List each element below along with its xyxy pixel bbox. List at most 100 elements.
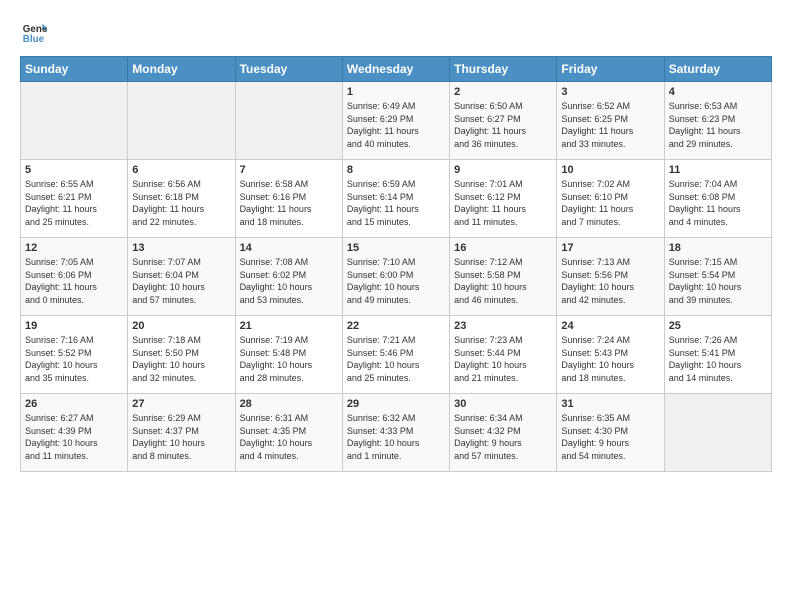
- day-number: 22: [347, 320, 445, 332]
- calendar-day: 27 Sunrise: 6:29 AM Sunset: 4:37 PM Dayli…: [128, 394, 235, 472]
- col-header-wednesday: Wednesday: [342, 57, 449, 82]
- page: General Blue SundayMondayTuesdayWednesda…: [0, 0, 792, 612]
- day-number: 17: [561, 242, 659, 254]
- day-number: 25: [669, 320, 767, 332]
- calendar-day: 20 Sunrise: 7:18 AM Sunset: 5:50 PM Dayli…: [128, 316, 235, 394]
- day-info: Sunrise: 7:07 AM Sunset: 6:04 PM Dayligh…: [132, 256, 230, 306]
- calendar-table: SundayMondayTuesdayWednesdayThursdayFrid…: [20, 56, 772, 472]
- calendar-day: 22 Sunrise: 7:21 AM Sunset: 5:46 PM Dayli…: [342, 316, 449, 394]
- calendar-day: 13 Sunrise: 7:07 AM Sunset: 6:04 PM Dayli…: [128, 238, 235, 316]
- col-header-sunday: Sunday: [21, 57, 128, 82]
- day-number: 26: [25, 398, 123, 410]
- day-number: 31: [561, 398, 659, 410]
- day-number: 11: [669, 164, 767, 176]
- day-info: Sunrise: 7:21 AM Sunset: 5:46 PM Dayligh…: [347, 334, 445, 384]
- day-number: 19: [25, 320, 123, 332]
- calendar-week-1: 1 Sunrise: 6:49 AM Sunset: 6:29 PM Daylig…: [21, 82, 772, 160]
- calendar-day: 28 Sunrise: 6:31 AM Sunset: 4:35 PM Dayli…: [235, 394, 342, 472]
- day-info: Sunrise: 6:52 AM Sunset: 6:25 PM Dayligh…: [561, 100, 659, 150]
- calendar-day: 4Sunrise: 6:53 AM Sunset: 6:23 PM Daylig…: [664, 82, 771, 160]
- day-number: 10: [561, 164, 659, 176]
- day-info: Sunrise: 7:16 AM Sunset: 5:52 PM Dayligh…: [25, 334, 123, 384]
- calendar-day: 30Sunrise: 6:34 AM Sunset: 4:32 PM Dayli…: [450, 394, 557, 472]
- col-header-thursday: Thursday: [450, 57, 557, 82]
- calendar-day: 14 Sunrise: 7:08 AM Sunset: 6:02 PM Dayli…: [235, 238, 342, 316]
- calendar-day: 29 Sunrise: 6:32 AM Sunset: 4:33 PM Dayli…: [342, 394, 449, 472]
- calendar-day: 3 Sunrise: 6:52 AM Sunset: 6:25 PM Daylig…: [557, 82, 664, 160]
- day-info: Sunrise: 7:19 AM Sunset: 5:48 PM Dayligh…: [240, 334, 338, 384]
- calendar-day: 6 Sunrise: 6:56 AM Sunset: 6:18 PM Daylig…: [128, 160, 235, 238]
- calendar-day: 19 Sunrise: 7:16 AM Sunset: 5:52 PM Dayli…: [21, 316, 128, 394]
- calendar-week-2: 5 Sunrise: 6:55 AM Sunset: 6:21 PM Daylig…: [21, 160, 772, 238]
- day-info: Sunrise: 6:29 AM Sunset: 4:37 PM Dayligh…: [132, 412, 230, 462]
- day-number: 20: [132, 320, 230, 332]
- day-number: 27: [132, 398, 230, 410]
- calendar-day: [235, 82, 342, 160]
- day-number: 9: [454, 164, 552, 176]
- day-number: 2: [454, 86, 552, 98]
- calendar-day: 31Sunrise: 6:35 AM Sunset: 4:30 PM Dayli…: [557, 394, 664, 472]
- col-header-tuesday: Tuesday: [235, 57, 342, 82]
- calendar-day: 23 Sunrise: 7:23 AM Sunset: 5:44 PM Dayli…: [450, 316, 557, 394]
- calendar-day: 24 Sunrise: 7:24 AM Sunset: 5:43 PM Dayli…: [557, 316, 664, 394]
- day-number: 16: [454, 242, 552, 254]
- day-info: Sunrise: 6:56 AM Sunset: 6:18 PM Dayligh…: [132, 178, 230, 228]
- day-number: 21: [240, 320, 338, 332]
- day-info: Sunrise: 6:55 AM Sunset: 6:21 PM Dayligh…: [25, 178, 123, 228]
- day-number: 3: [561, 86, 659, 98]
- calendar-header-row: SundayMondayTuesdayWednesdayThursdayFrid…: [21, 57, 772, 82]
- day-info: Sunrise: 7:26 AM Sunset: 5:41 PM Dayligh…: [669, 334, 767, 384]
- day-info: Sunrise: 7:08 AM Sunset: 6:02 PM Dayligh…: [240, 256, 338, 306]
- calendar-day: 15 Sunrise: 7:10 AM Sunset: 6:00 PM Dayli…: [342, 238, 449, 316]
- day-info: Sunrise: 6:58 AM Sunset: 6:16 PM Dayligh…: [240, 178, 338, 228]
- day-info: Sunrise: 7:05 AM Sunset: 6:06 PM Dayligh…: [25, 256, 123, 306]
- day-number: 5: [25, 164, 123, 176]
- day-number: 4: [669, 86, 767, 98]
- day-info: Sunrise: 6:31 AM Sunset: 4:35 PM Dayligh…: [240, 412, 338, 462]
- day-number: 7: [240, 164, 338, 176]
- day-number: 28: [240, 398, 338, 410]
- calendar-day: 1 Sunrise: 6:49 AM Sunset: 6:29 PM Daylig…: [342, 82, 449, 160]
- calendar-day: 17Sunrise: 7:13 AM Sunset: 5:56 PM Dayli…: [557, 238, 664, 316]
- day-info: Sunrise: 7:01 AM Sunset: 6:12 PM Dayligh…: [454, 178, 552, 228]
- day-info: Sunrise: 6:27 AM Sunset: 4:39 PM Dayligh…: [25, 412, 123, 462]
- day-info: Sunrise: 7:02 AM Sunset: 6:10 PM Dayligh…: [561, 178, 659, 228]
- day-number: 15: [347, 242, 445, 254]
- calendar-day: [128, 82, 235, 160]
- day-info: Sunrise: 7:12 AM Sunset: 5:58 PM Dayligh…: [454, 256, 552, 306]
- calendar-week-5: 26 Sunrise: 6:27 AM Sunset: 4:39 PM Dayli…: [21, 394, 772, 472]
- svg-text:Blue: Blue: [23, 34, 45, 45]
- day-number: 14: [240, 242, 338, 254]
- calendar-day: [21, 82, 128, 160]
- day-number: 24: [561, 320, 659, 332]
- calendar-day: 12Sunrise: 7:05 AM Sunset: 6:06 PM Dayli…: [21, 238, 128, 316]
- day-number: 6: [132, 164, 230, 176]
- day-info: Sunrise: 7:23 AM Sunset: 5:44 PM Dayligh…: [454, 334, 552, 384]
- calendar-day: 11 Sunrise: 7:04 AM Sunset: 6:08 PM Dayli…: [664, 160, 771, 238]
- day-info: Sunrise: 6:32 AM Sunset: 4:33 PM Dayligh…: [347, 412, 445, 462]
- day-number: 1: [347, 86, 445, 98]
- calendar-day: 16 Sunrise: 7:12 AM Sunset: 5:58 PM Dayli…: [450, 238, 557, 316]
- col-header-saturday: Saturday: [664, 57, 771, 82]
- day-info: Sunrise: 7:24 AM Sunset: 5:43 PM Dayligh…: [561, 334, 659, 384]
- day-info: Sunrise: 6:50 AM Sunset: 6:27 PM Dayligh…: [454, 100, 552, 150]
- calendar-day: 18Sunrise: 7:15 AM Sunset: 5:54 PM Dayli…: [664, 238, 771, 316]
- day-info: Sunrise: 6:59 AM Sunset: 6:14 PM Dayligh…: [347, 178, 445, 228]
- calendar-day: 25 Sunrise: 7:26 AM Sunset: 5:41 PM Dayli…: [664, 316, 771, 394]
- day-info: Sunrise: 7:10 AM Sunset: 6:00 PM Dayligh…: [347, 256, 445, 306]
- day-info: Sunrise: 6:34 AM Sunset: 4:32 PM Dayligh…: [454, 412, 552, 462]
- day-number: 8: [347, 164, 445, 176]
- calendar-day: 10 Sunrise: 7:02 AM Sunset: 6:10 PM Dayli…: [557, 160, 664, 238]
- calendar-day: 21 Sunrise: 7:19 AM Sunset: 5:48 PM Dayli…: [235, 316, 342, 394]
- day-number: 18: [669, 242, 767, 254]
- day-info: Sunrise: 7:18 AM Sunset: 5:50 PM Dayligh…: [132, 334, 230, 384]
- day-info: Sunrise: 7:04 AM Sunset: 6:08 PM Dayligh…: [669, 178, 767, 228]
- day-number: 23: [454, 320, 552, 332]
- calendar-day: 2 Sunrise: 6:50 AM Sunset: 6:27 PM Daylig…: [450, 82, 557, 160]
- calendar-day: 26 Sunrise: 6:27 AM Sunset: 4:39 PM Dayli…: [21, 394, 128, 472]
- logo-icon: General Blue: [20, 18, 48, 46]
- calendar-week-3: 12Sunrise: 7:05 AM Sunset: 6:06 PM Dayli…: [21, 238, 772, 316]
- day-info: Sunrise: 6:49 AM Sunset: 6:29 PM Dayligh…: [347, 100, 445, 150]
- day-number: 29: [347, 398, 445, 410]
- day-number: 13: [132, 242, 230, 254]
